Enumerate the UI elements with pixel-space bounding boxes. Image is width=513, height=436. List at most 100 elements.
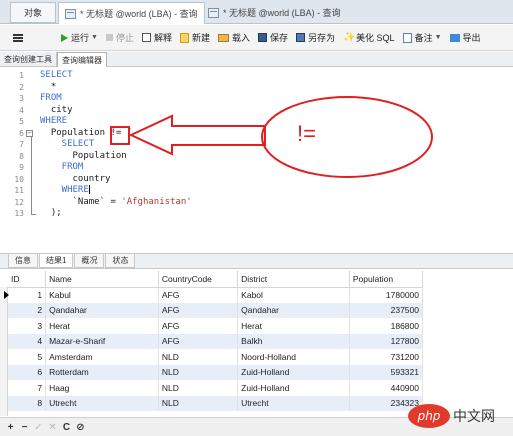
table-row[interactable]: 3 Herat AFG Herat 186800 [8,318,424,334]
column-header[interactable]: ID [8,271,47,288]
line-number: 2 [19,82,24,92]
column-header[interactable]: CountryCode [158,271,239,288]
table-cell[interactable]: 731200 [349,349,424,365]
table-row[interactable]: 5 Amsterdam NLD Noord-Holland 731200 [8,349,424,365]
stop-icon [105,34,113,41]
table-cell[interactable]: 440900 [349,380,424,396]
code-line: FROM [40,93,192,105]
line-number: 3 [19,94,24,103]
table-cell[interactable]: 593321 [349,364,424,380]
column-header[interactable]: Population [349,271,424,288]
tab-query-active[interactable]: * 无标题 @world (LBA) - 查询 [58,2,205,24]
refresh-button[interactable]: C [60,421,73,434]
tab-objects[interactable]: 对象 [10,2,56,23]
sql-editor[interactable]: 1 2 3 4 5 6−7 8 9 10 11 12 13 SELECT * FROM city WHER… [0,67,513,250]
explain-button[interactable]: 解释 [141,31,172,44]
delete-record-button[interactable]: − [18,421,31,434]
tab-query-builder[interactable]: 查询创建工具 [0,52,57,67]
load-button[interactable]: 载入 [218,31,250,44]
table-row[interactable]: 8 Utrecht NLD Utrecht 234323 [8,395,424,411]
table-cell[interactable]: NLD [158,364,239,380]
table-cell[interactable]: 4 [8,333,47,349]
table-cell[interactable]: Zuid-Holland [237,364,350,380]
table-cell[interactable]: NLD [158,380,239,396]
export-icon [449,33,460,42]
table-cell[interactable]: Kabol [237,287,350,303]
annotation-label: != [297,121,316,146]
table-cell[interactable]: Mazar-e-Sharif [45,333,159,349]
tab-profile[interactable]: 概况 [74,254,105,268]
sql-keyword: SELECT [40,70,73,80]
table-cell[interactable]: Amsterdam [45,349,159,365]
stop-query-button[interactable]: ⊘ [74,421,87,434]
table-cell[interactable]: NLD [158,395,239,411]
code-line: ); [40,208,192,220]
result-grid[interactable]: ID Name CountryCode District Population … [8,271,513,416]
beautify-sql-button[interactable]: ✨ 美化 SQL [343,31,395,44]
table-cell[interactable]: Qandahar [45,302,159,318]
table-row[interactable]: 4 Mazar-e-Sharif AFG Balkh 127800 [8,333,424,349]
new-file-icon [179,32,189,43]
table-cell[interactable]: 7 [8,380,47,396]
column-header[interactable]: Name [45,271,159,288]
apply-changes-button[interactable]: ✓ [32,421,45,434]
result-tabs: 信息 结果1 概况 状态 [0,253,513,269]
code-line: Population [40,151,192,163]
table-cell[interactable]: 2 [8,302,47,318]
table-cell[interactable]: AFG [158,287,239,303]
table-cell[interactable]: AFG [158,318,239,334]
sql-keyword: SELECT [40,139,95,149]
table-cell[interactable]: Qandahar [237,302,350,318]
table-cell[interactable]: 127800 [349,333,424,349]
table-cell[interactable]: Herat [237,318,350,334]
table-cell[interactable]: Balkh [237,333,350,349]
line-number-gutter: 1 2 3 4 5 6−7 8 9 10 11 12 13 [0,70,34,240]
table-cell[interactable]: Herat [45,318,159,334]
table-cell[interactable]: 1780000 [349,287,424,303]
discard-changes-button[interactable]: ✕ [46,421,59,434]
menu-icon [13,33,23,42]
tab-query-editor[interactable]: 查询编辑器 [57,52,107,67]
run-button[interactable]: 运行 ▼ [61,31,98,44]
table-cell[interactable]: 6 [8,364,47,380]
notes-button[interactable]: 备注 ▼ [402,31,442,44]
save-as-button[interactable]: 另存为 [296,31,335,44]
menu-button[interactable] [13,33,53,42]
table-row[interactable]: 1 Kabul AFG Kabol 1780000 [8,287,424,303]
table-cell[interactable]: 5 [8,349,47,365]
export-button[interactable]: 导出 [449,31,481,44]
table-cell[interactable]: NLD [158,349,239,365]
table-row[interactable]: 7 Haag NLD Zuid-Holland 440900 [8,380,424,396]
code-line: * [40,82,192,94]
table-cell[interactable]: Kabul [45,287,159,303]
table-cell[interactable]: AFG [158,333,239,349]
tab-query-2[interactable]: * 无标题 @world (LBA) - 查询 [202,2,347,23]
table-cell[interactable]: 186800 [349,318,424,334]
wand-icon: ✨ [343,31,356,43]
new-button[interactable]: 新建 [179,31,210,44]
table-cell[interactable]: Zuid-Holland [237,380,350,396]
table-cell[interactable]: Utrecht [237,395,350,411]
table-cell[interactable]: 237500 [349,302,424,318]
save-button[interactable]: 保存 [258,31,288,44]
stop-button[interactable]: 停止 [105,31,134,44]
sql-text: Population [40,150,127,161]
table-cell[interactable]: 3 [8,318,47,334]
tab-info[interactable]: 信息 [8,254,38,268]
table-cell[interactable]: AFG [158,302,239,318]
table-cell[interactable]: 8 [8,395,47,411]
column-header[interactable]: District [237,271,350,288]
table-row[interactable]: 6 Rotterdam NLD Zuid-Holland 593321 [8,364,424,380]
table-cell[interactable]: Utrecht [45,395,159,411]
table-cell[interactable]: Haag [45,380,159,396]
table-cell[interactable]: Rotterdam [45,364,159,380]
chevron-down-icon: ▼ [434,34,442,41]
add-record-button[interactable]: + [4,421,17,434]
table-row[interactable]: 2 Qandahar AFG Qandahar 237500 [8,302,424,318]
tab-result1[interactable]: 结果1 [39,254,74,268]
table-cell[interactable]: Noord-Holland [237,349,350,365]
table-cell[interactable]: 1 [8,287,47,303]
tab-status[interactable]: 状态 [105,254,136,268]
row-selector-column[interactable] [0,287,8,416]
code-area[interactable]: SELECT * FROM city WHERE Population != ( S… [40,70,192,220]
